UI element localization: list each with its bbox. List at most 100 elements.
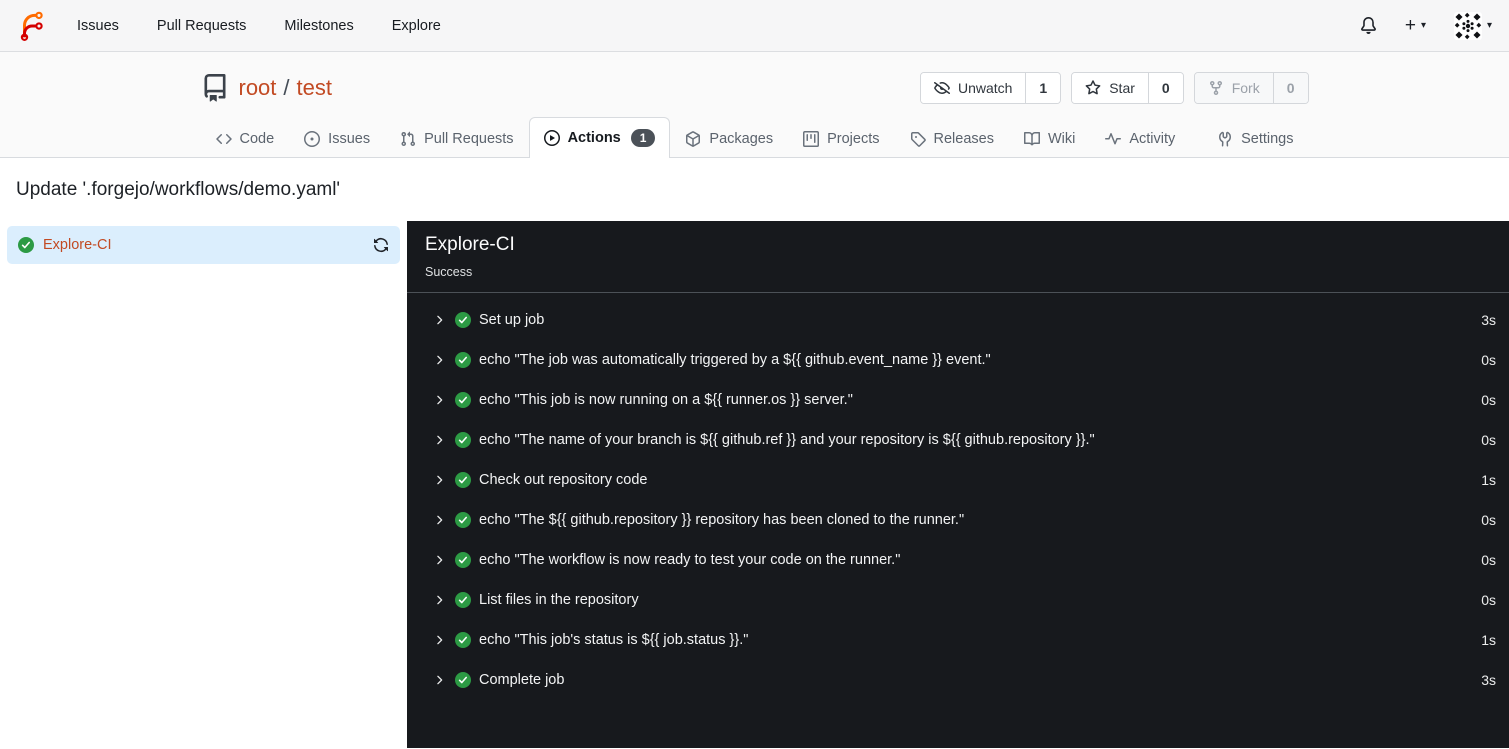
chevron-right-icon [437,355,443,365]
issue-icon [304,131,321,147]
fork-button[interactable]: Fork [1194,73,1273,103]
tab-settings[interactable]: Settings [1202,119,1308,158]
tab-issues-label: Issues [328,131,371,147]
step-name: echo "The ${{ github.repository }} repos… [479,512,965,528]
tab-projects-label: Projects [827,131,880,147]
chevron-right-icon [437,395,443,405]
fork-button-group: Fork 0 [1193,72,1309,104]
step-name: echo "The workflow is now ready to test … [479,552,901,568]
tab-code-label: Code [239,131,275,147]
chevron-right-icon [437,435,443,445]
step-row[interactable]: Complete job 3s [407,660,1509,700]
fork-icon [1209,81,1222,96]
navbar-item-pull-requests[interactable]: Pull Requests [157,18,246,34]
navbar-right: + ▾ ▾ [1360,11,1492,40]
check-circle-icon [455,432,471,448]
tools-icon [1219,131,1232,147]
tab-pull-requests-label: Pull Requests [424,131,514,147]
repo-book-icon [201,74,229,102]
step-duration: 0s [1481,392,1496,408]
jobs-sidebar: Explore-CI [0,221,407,748]
chevron-right-icon [437,675,443,685]
chevron-right-icon [437,595,443,605]
create-new-button[interactable]: + ▾ [1405,16,1426,35]
step-row[interactable]: echo "This job is now running on a ${{ r… [407,380,1509,420]
navbar-item-explore[interactable]: Explore [392,18,441,34]
repo-tabs: Code Issues Pull Requests Actions 1 Pack… [201,117,1309,158]
step-name: Check out repository code [479,472,648,488]
tab-packages-label: Packages [709,131,774,147]
chevron-right-icon [437,635,443,645]
step-duration: 1s [1481,632,1496,648]
step-duration: 0s [1481,352,1496,368]
step-duration: 0s [1481,512,1496,528]
step-duration: 3s [1481,672,1496,688]
bell-icon [1360,17,1376,34]
sidebar-job-explore-ci[interactable]: Explore-CI [7,226,400,264]
tab-actions[interactable]: Actions 1 [528,117,671,158]
repo-breadcrumb: root / test [239,75,333,101]
check-circle-icon [18,237,34,253]
step-row[interactable]: List files in the repository 0s [407,580,1509,620]
pull-request-icon [401,131,416,147]
watch-count[interactable]: 1 [1025,73,1061,103]
check-circle-icon [455,592,471,608]
avatar [1453,11,1482,40]
tab-pull-requests[interactable]: Pull Requests [385,119,528,158]
chevron-right-icon [437,315,443,325]
star-label: Star [1109,80,1135,96]
pulse-icon [1105,133,1122,145]
tab-code[interactable]: Code [201,119,290,158]
star-count[interactable]: 0 [1147,73,1183,103]
repo-owner-link[interactable]: root [239,75,277,101]
rerun-job-button[interactable] [373,237,389,253]
package-icon [686,131,701,147]
check-circle-icon [455,672,471,688]
step-row[interactable]: echo "This job's status is ${{ job.statu… [407,620,1509,660]
check-circle-icon [455,392,471,408]
plus-icon: + [1404,15,1416,36]
check-circle-icon [455,632,471,648]
step-row[interactable]: Check out repository code 1s [407,460,1509,500]
unwatch-button[interactable]: Unwatch [920,73,1026,103]
forgejo-logo[interactable] [17,11,47,41]
check-circle-icon [455,512,471,528]
notifications-button[interactable] [1360,17,1377,34]
fork-label: Fork [1231,80,1260,96]
code-icon [215,133,232,145]
unwatch-button-group: Unwatch 1 [919,72,1062,104]
step-name: Complete job [479,672,565,688]
tab-packages[interactable]: Packages [670,119,788,158]
step-row[interactable]: echo "The ${{ github.repository }} repos… [407,500,1509,540]
user-menu-button[interactable]: ▾ [1453,11,1492,40]
tab-issues[interactable]: Issues [289,119,385,158]
eye-slash-icon [933,82,950,95]
tab-wiki[interactable]: Wiki [1009,119,1090,158]
step-row[interactable]: echo "The job was automatically triggere… [407,340,1509,380]
tab-actions-label: Actions [567,130,621,146]
step-row[interactable]: echo "The name of your branch is ${{ git… [407,420,1509,460]
check-circle-icon [455,472,471,488]
play-circle-icon [543,130,560,146]
tab-releases[interactable]: Releases [895,119,1009,158]
tab-releases-label: Releases [933,131,994,147]
actions-run-page: Update '.forgejo/workflows/demo.yaml' Ex… [0,158,1509,748]
step-duration: 0s [1481,592,1496,608]
run-panel-header: Explore-CI Success [407,221,1509,293]
run-status: Success [425,265,473,279]
step-row[interactable]: echo "The workflow is now ready to test … [407,540,1509,580]
step-row[interactable]: Set up job 3s [407,300,1509,340]
navbar-links: Issues Pull Requests Milestones Explore [77,18,441,34]
step-name: echo "This job is now running on a ${{ r… [479,392,853,408]
repo-name-link[interactable]: test [297,75,332,101]
tab-projects[interactable]: Projects [788,119,894,158]
navbar-item-milestones[interactable]: Milestones [284,18,353,34]
fork-count[interactable]: 0 [1272,73,1308,103]
navbar-item-issues[interactable]: Issues [77,18,119,34]
step-duration: 3s [1481,312,1496,328]
star-button[interactable]: Star [1072,73,1148,103]
chevron-down-icon: ▾ [1486,19,1492,31]
tab-activity[interactable]: Activity [1090,119,1190,158]
step-name: Set up job [479,312,545,328]
star-button-group: Star 0 [1071,72,1184,104]
